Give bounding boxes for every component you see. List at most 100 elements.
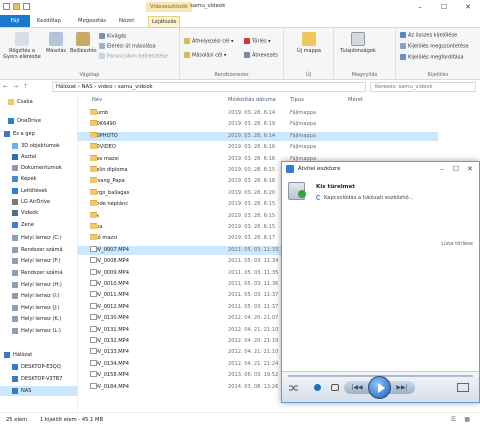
dialog-close-button[interactable]: ✕	[463, 162, 477, 176]
new-folder-button[interactable]: Új mappa	[294, 32, 324, 54]
nav-item[interactable]: DESKTOP-E3QQ	[0, 362, 78, 372]
open-group: Tulajdonságok Megnyitás	[334, 28, 396, 80]
nav-item-label: Videók	[21, 210, 39, 216]
file-date: 2011. 05. 03. 11:37	[228, 292, 279, 299]
properties-qat-icon[interactable]	[3, 3, 10, 10]
file-row[interactable]: 100K6490 2019. 03. 28. 6:19 Fájlmappa	[78, 120, 438, 130]
nav-item[interactable]: Helyi lemez (L:)	[0, 326, 78, 336]
delete-label: Törlés	[252, 38, 267, 45]
nav-item[interactable]: Ez a gép	[0, 129, 78, 139]
nav-item[interactable]: Letöltések	[0, 186, 78, 196]
nav-item[interactable]: Helyi lemez (J:)	[0, 303, 78, 313]
videos-icon	[12, 209, 18, 216]
nav-item[interactable]: OneDrive	[0, 116, 78, 126]
file-date: 2012. 04. 21. 21:24	[228, 360, 279, 367]
back-button[interactable]: ←	[3, 83, 8, 90]
pin-quick-access-button[interactable]: Rögzítés a Gyors elérésbe	[2, 32, 42, 60]
copy-to-button[interactable]: Másolási cél ▾	[184, 52, 226, 59]
large-icons-view-icon[interactable]: ▦	[464, 413, 470, 427]
column-name-header[interactable]: Név	[92, 97, 102, 103]
nav-item[interactable]: Csaba	[0, 97, 78, 107]
disk-icon	[12, 304, 18, 311]
tab-file[interactable]: Fájl	[0, 15, 30, 27]
forward-button[interactable]: →	[13, 83, 18, 90]
details-view-icon[interactable]: ☰	[451, 413, 456, 427]
file-name-cell: HDV_0011.MP4	[90, 291, 129, 301]
nav-item[interactable]: Rendszer számá	[0, 245, 78, 255]
clear-list-link[interactable]: Lista törlése	[441, 241, 473, 247]
minimize-button[interactable]: –	[408, 0, 432, 14]
file-name-cell: 100PHOTO	[90, 131, 118, 142]
tab-share[interactable]: Megosztás	[78, 16, 106, 26]
nav-item-label: Csaba	[17, 99, 33, 105]
dialog-maximize-button[interactable]: ☐	[449, 162, 463, 176]
file-date: 2012. 04. 20. 21:10	[228, 338, 279, 344]
select-none-button[interactable]: Kijelölés megszüntetése	[400, 43, 469, 50]
close-button[interactable]: ✕	[456, 0, 480, 14]
repeat-icon[interactable]	[331, 384, 339, 391]
file-row[interactable]: .thumb 2019. 03. 28. 6:14 Fájlmappa	[78, 109, 438, 119]
rename-button[interactable]: Átnevezés	[244, 52, 278, 59]
nav-item[interactable]: DESKTOP-V3TB7	[0, 374, 78, 384]
file-name-cell: 100VIDEO	[90, 143, 116, 153]
nav-item[interactable]: 3D objektumok	[0, 141, 78, 151]
maximize-button[interactable]: ☐	[432, 0, 456, 14]
file-date: 2019. 03. 28. 6:18	[228, 178, 276, 185]
nav-item[interactable]: Videók	[0, 208, 78, 218]
nav-item[interactable]: Helyi lemez (K:)	[0, 314, 78, 324]
paste-button[interactable]: Beillesztés	[70, 32, 97, 54]
nav-item[interactable]: NAS	[0, 386, 78, 396]
stop-icon[interactable]	[314, 384, 321, 391]
file-type: Fájlmappa	[290, 121, 317, 128]
3d-objects-icon	[12, 142, 18, 149]
nav-item[interactable]: LG AirDrive	[0, 197, 78, 207]
switch-to-library-icon[interactable]	[457, 383, 469, 392]
tab-view[interactable]: Nézet	[119, 16, 134, 26]
nav-item[interactable]: Rendszer számá	[0, 268, 78, 278]
nav-item[interactable]: Hálózat	[0, 350, 78, 360]
shuffle-icon[interactable]	[289, 384, 298, 392]
nav-item[interactable]: Helyi lemez (F:)	[0, 256, 78, 266]
customize-qat-icon[interactable]	[23, 3, 30, 10]
move-to-button[interactable]: Áthelyezési cél ▾	[184, 38, 234, 45]
nav-item[interactable]: Asztal	[0, 152, 78, 162]
properties-button[interactable]: Tulajdonságok	[336, 32, 380, 54]
nav-item-label: Helyi lemez (K:)	[21, 316, 62, 322]
tab-home[interactable]: Kezdőlap	[37, 16, 61, 26]
next-button[interactable]: ▶▶|	[389, 381, 415, 394]
file-row[interactable]: 100PHOTO 2019. 03. 28. 6:14 Fájlmappa	[78, 131, 438, 142]
delete-button[interactable]: Törlés ▾	[244, 38, 271, 45]
file-date: 2011. 05. 03. 11:35	[228, 269, 279, 276]
nav-item[interactable]: Zene	[0, 220, 78, 230]
up-button[interactable]: ↑	[23, 83, 28, 90]
column-date-header[interactable]: Módosítás dátuma	[228, 97, 276, 103]
tab-playback[interactable]: Lejátszás	[148, 16, 181, 28]
nav-item[interactable]: Helyi lemez (I:)	[0, 291, 78, 301]
copy-path-button[interactable]: Elérési út másolása	[99, 43, 156, 50]
invert-selection-button[interactable]: Kijelölés megfordítása	[400, 54, 463, 61]
nav-item-label: LG AirDrive	[21, 199, 50, 205]
breadcrumb[interactable]: Hálózat › NAS › video › samu_videok	[52, 82, 366, 92]
nav-item[interactable]: Helyi lemez (H:)	[0, 280, 78, 290]
paste-shortcut-button[interactable]: Parancsikon beillesztése	[99, 53, 168, 60]
folder-icon	[90, 109, 97, 115]
previous-button[interactable]: |◀◀	[344, 381, 370, 394]
file-row[interactable]: 100VIDEO 2019. 03. 28. 6:16 Fájlmappa	[78, 143, 438, 153]
column-size-header[interactable]: Méret	[348, 97, 363, 103]
select-all-button[interactable]: Az összes kijelölése	[400, 32, 457, 39]
nav-item-label: Helyi lemez (H:)	[21, 282, 62, 288]
dialog-minimize-button[interactable]: –	[435, 162, 449, 176]
new-folder-qat-icon[interactable]	[13, 3, 20, 10]
nav-item[interactable]: Helyi lemez (C:)	[0, 233, 78, 243]
move-to-icon	[184, 38, 190, 44]
nav-item[interactable]: Képek	[0, 174, 78, 184]
video-file-icon	[90, 359, 97, 366]
play-button[interactable]	[368, 376, 391, 399]
copy-button[interactable]: Másolás	[44, 32, 68, 54]
nav-item[interactable]: Dokumentumok	[0, 163, 78, 173]
cut-button[interactable]: Kivágás	[99, 33, 127, 40]
search-input[interactable]: Keresés: samu_videok	[370, 82, 476, 92]
file-date: 2019. 03. 28. 6:14	[228, 110, 276, 116]
select-none-icon	[400, 43, 406, 49]
column-type-header[interactable]: Típus	[290, 97, 304, 103]
